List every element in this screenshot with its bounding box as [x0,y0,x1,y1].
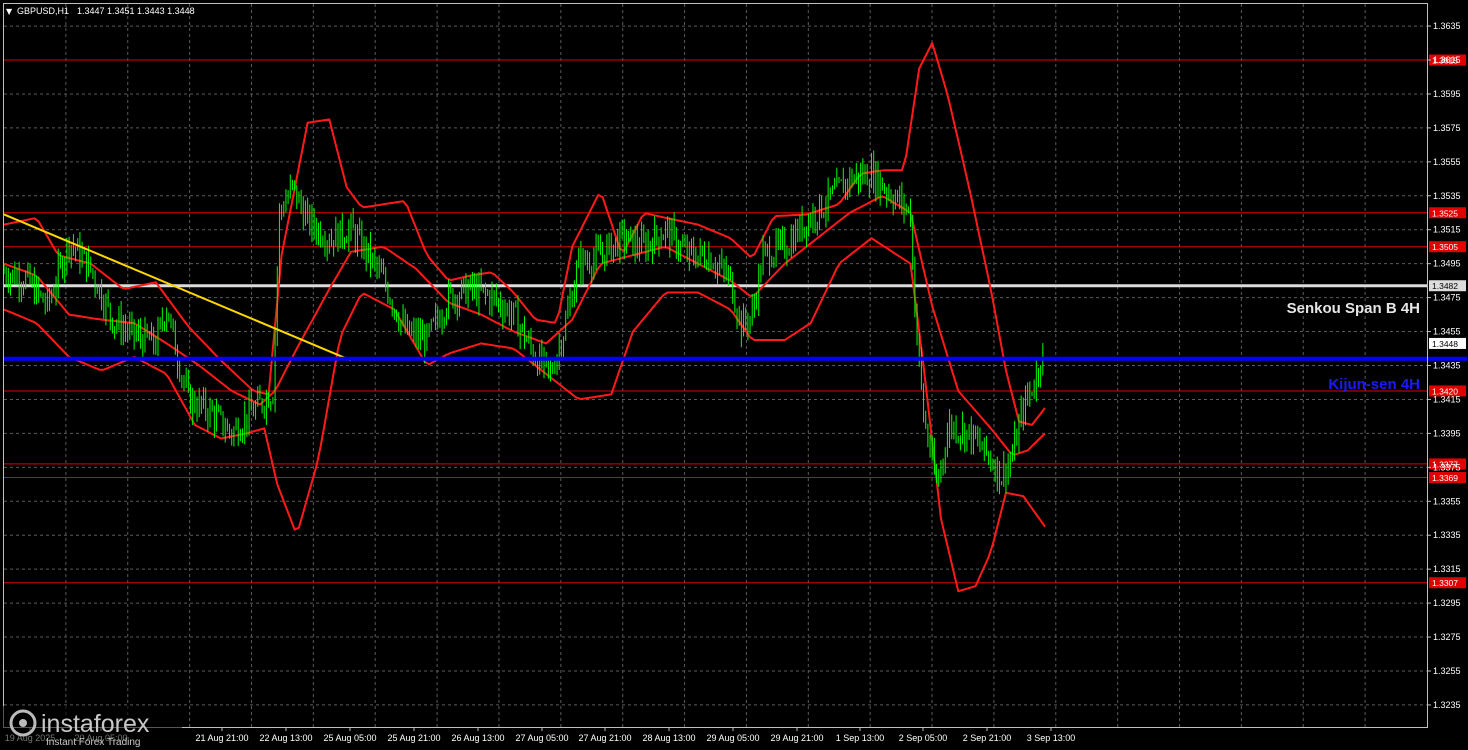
senkou-span-b-tag-label: 1.3482 [1432,281,1458,291]
price-tick-label: 1.3615 [1433,55,1461,65]
price-axis: 1.3635 1.3615 1.3595 1.3575 1.3555 1.3535 1.35… [1427,21,1461,710]
time-tick-label: 25 Aug 05:00 [323,733,376,743]
price-tick-label: 1.3355 [1433,496,1461,506]
time-tick-label: 29 Aug 05:00 [706,733,759,743]
time-tick-label: 27 Aug 05:00 [515,733,568,743]
level-tag-label: 1.3307 [1432,578,1458,588]
time-tick-label: 1 Sep 13:00 [836,733,885,743]
price-tick-label: 1.3375 [1433,462,1461,472]
price-tick-label: 1.3595 [1433,89,1461,99]
price-tick-label: 1.3235 [1433,700,1461,710]
price-tick-label: 1.3335 [1433,530,1461,540]
price-tick-label: 1.3535 [1433,191,1461,201]
price-tick-label: 1.3455 [1433,327,1461,337]
symbol-label: GBPUSD,H1 [17,6,69,16]
time-tick-label: 27 Aug 21:00 [578,733,631,743]
level-tag-label: 1.3369 [1432,473,1458,483]
brand-tagline: Instant Forex Trading [46,737,141,748]
current-price-tag-label: 1.3448 [1432,339,1458,349]
time-tick-label: 21 Aug 21:00 [195,733,248,743]
price-chart[interactable]: 1.36151.35251.35051.34201.33771.33691.33… [0,0,1468,750]
level-tag-label: 1.3505 [1432,242,1458,252]
price-tick-label: 1.3515 [1433,225,1461,235]
time-tick-label: 26 Aug 13:00 [451,733,504,743]
senkou-span-b-label: Senkou Span B 4H [1287,300,1420,317]
price-tick-label: 1.3635 [1433,21,1461,31]
price-tick-label: 1.3315 [1433,564,1461,574]
instaforex-logo: instaforex Instant Forex Trading [0,706,182,750]
price-tick-label: 1.3435 [1433,361,1461,371]
price-tick-label: 1.3475 [1433,293,1461,303]
time-tick-label: 2 Sep 21:00 [963,733,1012,743]
time-tick-label: 29 Aug 21:00 [770,733,823,743]
level-tag-label: 1.3525 [1432,208,1458,218]
price-tick-label: 1.3255 [1433,666,1461,676]
time-tick-label: 25 Aug 21:00 [387,733,440,743]
ohlc-readout: 1.3447 1.3451 1.3443 1.3448 [77,6,195,16]
brand-name: instaforex [41,710,150,738]
time-tick-label: 2 Sep 05:00 [899,733,948,743]
price-tick-label: 1.3555 [1433,157,1461,167]
time-tick-label: 28 Aug 13:00 [642,733,695,743]
price-tick-label: 1.3495 [1433,259,1461,269]
price-tick-label: 1.3575 [1433,123,1461,133]
symbol-menu-icon[interactable]: ▼ [6,7,13,16]
time-tick-label: 3 Sep 13:00 [1027,733,1076,743]
price-tick-label: 1.3415 [1433,394,1461,404]
price-tick-label: 1.3395 [1433,428,1461,438]
price-tick-label: 1.3275 [1433,632,1461,642]
time-tick-label: 22 Aug 13:00 [259,733,312,743]
kijun-sen-label: Kijun-sen 4H [1328,376,1420,393]
price-tick-label: 1.3295 [1433,598,1461,608]
